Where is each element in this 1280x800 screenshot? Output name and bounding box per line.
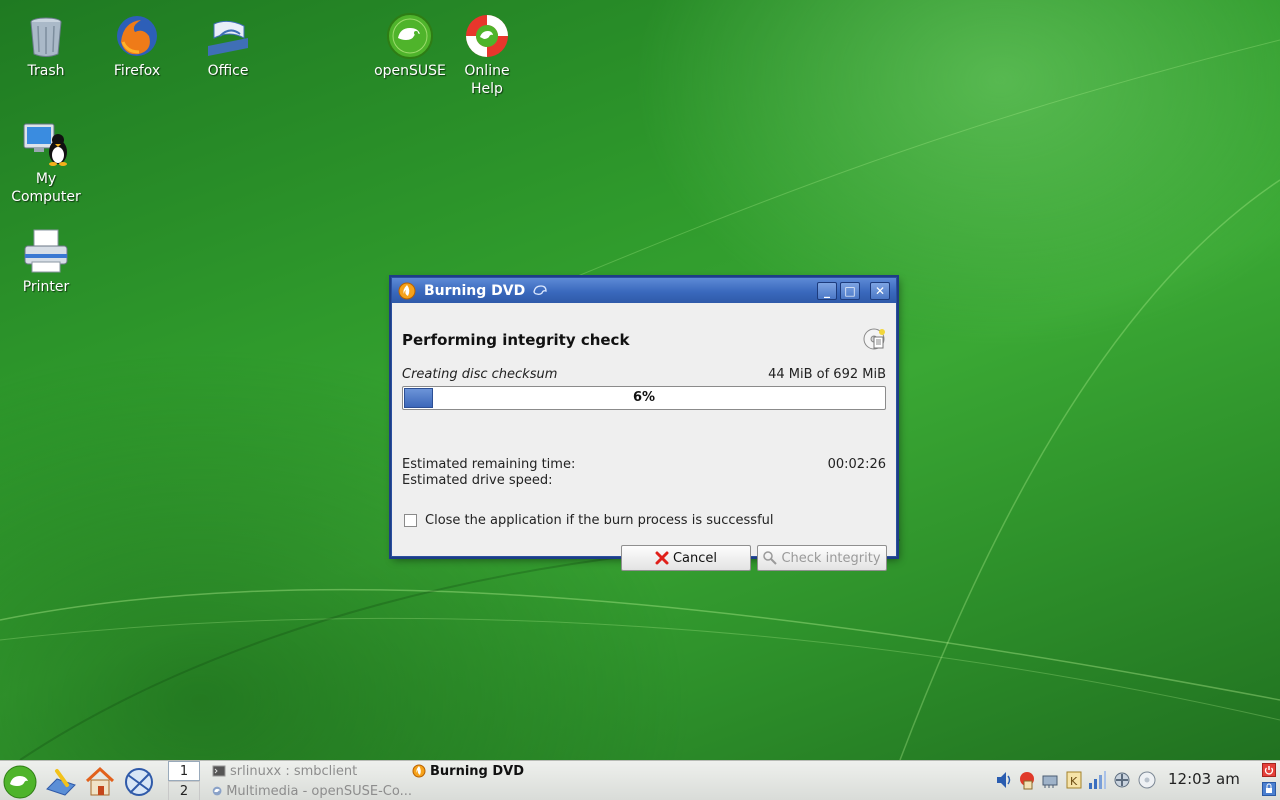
desktop-show-icon[interactable] [43, 765, 77, 799]
close-on-success-label: Close the application if the burn proces… [425, 513, 774, 528]
k3b-flame-icon [398, 282, 416, 299]
burning-dvd-window: Burning DVD _ □ ✕ Performing integrity c… [391, 277, 897, 571]
minimize-icon: _ [824, 283, 830, 298]
task-label: Burning DVD [430, 763, 525, 779]
cancel-label: Cancel [672, 550, 718, 566]
volume-icon[interactable] [994, 769, 1014, 791]
task-label: Multimedia - openSUSE-Co... [226, 783, 412, 799]
desktop-icon-firefox[interactable]: Firefox [97, 12, 177, 80]
lifebuoy-icon [466, 15, 508, 57]
computer-icon [23, 123, 67, 166]
klipper-icon[interactable] [1017, 769, 1037, 791]
lock-screen-icon[interactable] [1262, 782, 1276, 796]
task-smbclient[interactable]: srlinuxx : smbclient [212, 761, 402, 781]
window-titlebar[interactable]: Burning DVD _ □ ✕ [392, 278, 896, 303]
desktop-icon-printer[interactable]: Printer [6, 228, 86, 296]
k3b-flame-icon [412, 764, 426, 778]
desktop-icon-label: Trash [27, 63, 65, 79]
desktop-pager: 1 2 [168, 761, 200, 800]
terminal-icon [212, 765, 226, 777]
desktop-icon-opensuse[interactable]: openSUSE [370, 12, 450, 80]
desktop-icon-online-help[interactable]: Online Help [447, 12, 527, 98]
desktop-icon-label: My Computer [11, 171, 81, 205]
office-icon [208, 20, 248, 56]
close-button[interactable]: ✕ [870, 281, 890, 300]
cd-drive-icon[interactable] [1137, 769, 1157, 791]
start-menu-icon[interactable] [3, 765, 37, 799]
progress-text: 6% [632, 390, 656, 405]
logout-icon[interactable] [1262, 763, 1276, 777]
size-progress-label: 44 MiB of 692 MiB [768, 367, 886, 382]
maximize-icon: □ [844, 283, 856, 298]
clock[interactable]: 12:03 am [1168, 770, 1240, 788]
konqueror-icon[interactable] [122, 765, 156, 799]
pager-desktop-2[interactable]: 2 [168, 781, 200, 800]
desktop-icon-label: Printer [22, 279, 70, 295]
desktop-icon-label: openSUSE [374, 63, 446, 79]
desktop-icon-label: Online Help [464, 63, 510, 97]
desktop-icon-label: Office [207, 63, 249, 79]
drive-speed-label: Estimated drive speed: [402, 473, 553, 488]
printer-icon [24, 229, 68, 273]
network-card-icon[interactable] [1040, 769, 1060, 791]
remaining-time-label: Estimated remaining time: [402, 457, 576, 472]
update-applet-icon[interactable] [1112, 769, 1132, 791]
dialog-content: Performing integrity check Creating disc… [392, 303, 896, 571]
close-icon: ✕ [874, 283, 886, 298]
check-integrity-button[interactable]: Check integrity [757, 545, 887, 571]
svg-text:K: K [1070, 775, 1078, 788]
minimize-button[interactable]: _ [817, 281, 837, 300]
desktop-icon-my-computer[interactable]: My Computer [6, 120, 86, 206]
opensuse-doc-icon [212, 786, 222, 796]
keyboard-layout-icon[interactable]: K [1064, 769, 1084, 791]
subtask-label: Creating disc checksum [402, 367, 558, 382]
close-on-success-checkbox[interactable] [404, 514, 417, 527]
dialog-heading: Performing integrity check [402, 331, 630, 349]
maximize-button[interactable]: □ [840, 281, 860, 300]
desktop-icon-office[interactable]: Office [188, 12, 268, 80]
task-multimedia[interactable]: Multimedia - openSUSE-Co... [212, 781, 412, 800]
opensuse-icon [387, 13, 433, 59]
sticky-icon[interactable] [531, 282, 549, 300]
task-label: srlinuxx : smbclient [230, 763, 358, 779]
firefox-icon [117, 16, 157, 56]
desktop-icon-label: Firefox [113, 63, 161, 79]
cancel-icon [655, 551, 669, 565]
desktop-icon-trash[interactable]: Trash [6, 12, 86, 80]
home-icon[interactable] [83, 765, 117, 799]
signal-strength-icon[interactable] [1087, 769, 1107, 791]
disc-icon [863, 328, 885, 350]
remaining-time-value: 00:02:26 [827, 457, 886, 472]
progress-bar: 6% [402, 386, 886, 410]
pager-desktop-1[interactable]: 1 [168, 761, 200, 781]
window-title: Burning DVD [424, 282, 526, 299]
close-on-success-row[interactable]: Close the application if the burn proces… [404, 513, 774, 528]
trash-icon [30, 17, 62, 57]
magnifier-icon [763, 551, 778, 565]
cancel-button[interactable]: Cancel [621, 545, 751, 571]
check-integrity-label: Check integrity [781, 550, 881, 566]
task-burning-dvd[interactable]: Burning DVD [412, 761, 592, 781]
